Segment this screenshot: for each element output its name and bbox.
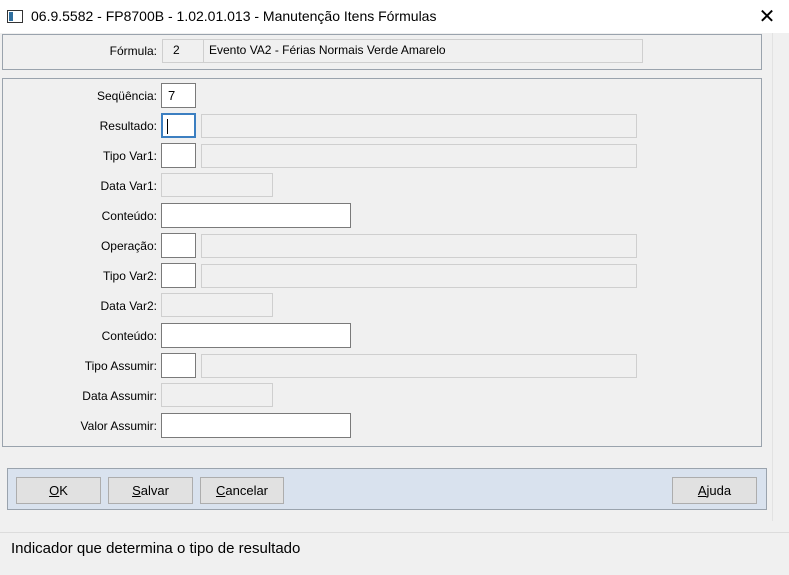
operacao-label: Operação: [100, 239, 157, 253]
formula-description-field: Evento VA2 - Férias Normais Verde Amarel… [203, 39, 643, 63]
window-title: 06.9.5582 - FP8700B - 1.02.01.013 - Manu… [31, 8, 437, 24]
valor-assumir-label: Valor Assumir: [80, 419, 157, 433]
formula-number-field: 2 [162, 39, 204, 63]
right-edge [772, 33, 789, 521]
status-message: Indicador que determina o tipo de result… [11, 540, 301, 557]
salvar-label-rest: alvar [140, 483, 169, 498]
salvar-button[interactable]: Salvar [108, 477, 193, 504]
cancelar-label-rest: ancelar [225, 483, 269, 498]
ok-button[interactable]: OK [16, 477, 101, 504]
close-icon: ✕ [758, 6, 776, 28]
close-button[interactable]: ✕ [745, 0, 789, 33]
tipo-var1-label: Tipo Var1: [102, 149, 157, 163]
ajuda-mnemonic: A [697, 483, 707, 498]
tipo-var2-input[interactable] [161, 263, 196, 288]
sequencia-input[interactable]: 7 [161, 83, 196, 108]
data-assumir-label: Data Assumir: [82, 389, 157, 403]
data-assumir-input[interactable] [161, 383, 273, 407]
text-caret [167, 119, 168, 134]
ajuda-button[interactable]: Ajuda [672, 477, 757, 504]
conteudo1-input[interactable] [161, 203, 351, 228]
conteudo2-input[interactable] [161, 323, 351, 348]
tipo-var1-description [201, 144, 637, 168]
operacao-description [201, 234, 637, 258]
tipo-assumir-description [201, 354, 637, 378]
tipo-var2-description [201, 264, 637, 288]
app-window-icon[interactable] [7, 10, 23, 23]
resultado-label: Resultado: [99, 119, 157, 133]
operacao-input[interactable] [161, 233, 196, 258]
ajuda-label-rest: juda [706, 483, 732, 498]
conteudo2-label: Conteúdo: [101, 329, 157, 343]
salvar-mnemonic: S [132, 483, 141, 498]
tipo-var1-input[interactable] [161, 143, 196, 168]
tipo-assumir-label: Tipo Assumir: [84, 359, 157, 373]
valor-assumir-input[interactable] [161, 413, 351, 438]
data-var2-input[interactable] [161, 293, 273, 317]
cancelar-button[interactable]: Cancelar [200, 477, 284, 504]
resultado-input[interactable] [161, 113, 196, 138]
formula-label: Fórmula: [109, 44, 157, 58]
conteudo1-label: Conteúdo: [101, 209, 157, 223]
sequencia-label: Seqüência: [96, 89, 157, 103]
data-var2-label: Data Var2: [100, 299, 157, 313]
ok-label-rest: K [59, 483, 68, 498]
resultado-description [201, 114, 637, 138]
data-var1-input[interactable] [161, 173, 273, 197]
ok-mnemonic: O [49, 483, 60, 498]
tipo-var2-label: Tipo Var2: [102, 269, 157, 283]
tipo-assumir-input[interactable] [161, 353, 196, 378]
cancelar-mnemonic: C [215, 483, 226, 498]
data-var1-label: Data Var1: [100, 179, 157, 193]
